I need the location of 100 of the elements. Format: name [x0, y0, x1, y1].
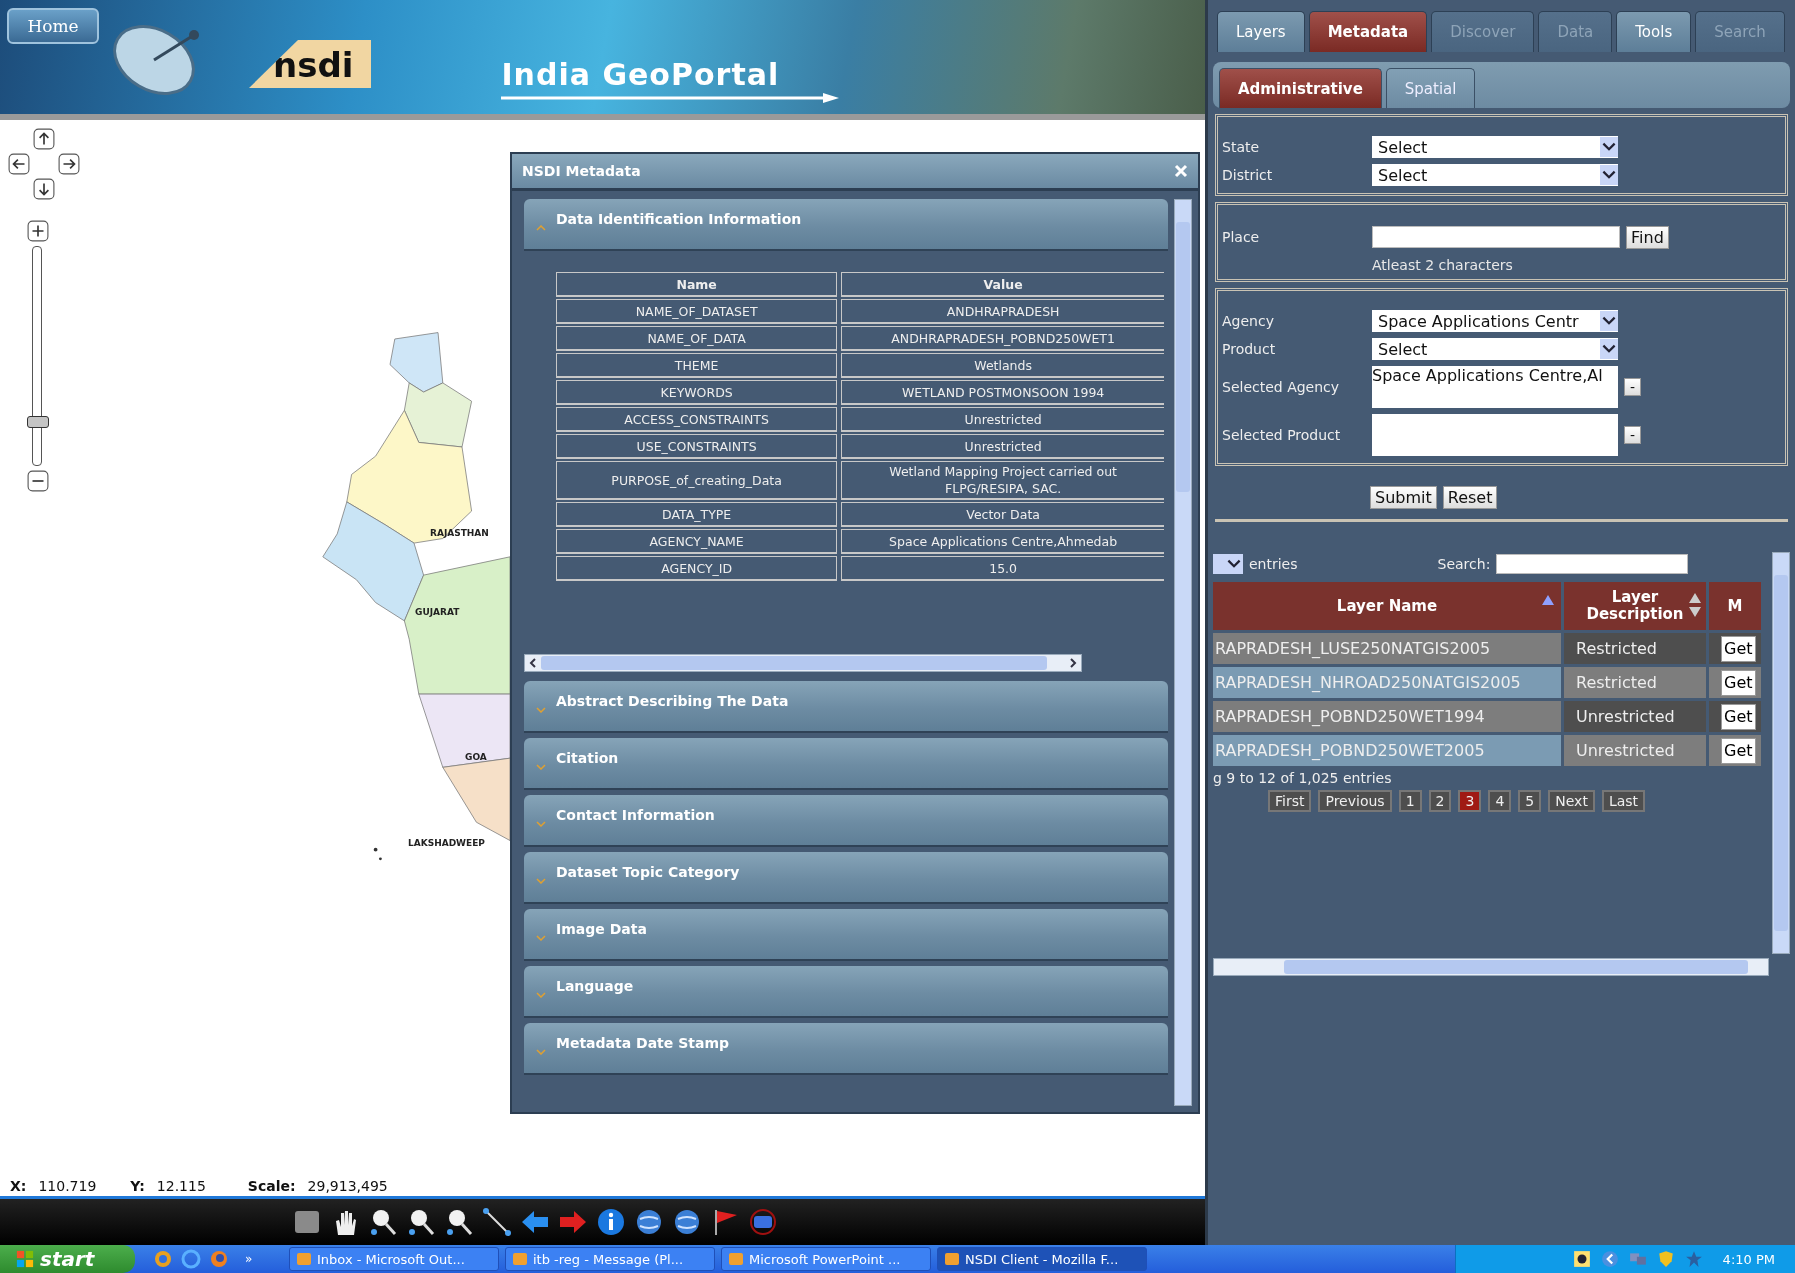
previous-page-button[interactable]: Previous	[1318, 790, 1392, 812]
subtab[interactable]: Administrative	[1219, 68, 1382, 108]
selected-agency-field[interactable]: Space Applications Centre,Al	[1372, 366, 1618, 408]
page-button[interactable]: 5	[1518, 790, 1542, 812]
browser-icon[interactable]	[209, 1249, 229, 1269]
remove-button[interactable]: -	[1624, 426, 1642, 444]
submit-button[interactable]: Submit	[1370, 486, 1437, 509]
column-header[interactable]: Layer Name	[1213, 582, 1561, 630]
zoom-slider[interactable]	[27, 246, 49, 466]
remove-button[interactable]: -	[1624, 378, 1642, 396]
caret-icon	[536, 821, 546, 827]
caret-icon	[536, 992, 546, 998]
page-button[interactable]: 4	[1488, 790, 1512, 812]
chevron-icon	[1600, 137, 1618, 157]
app-icon	[512, 1251, 528, 1267]
table-cell: DATA_TYPE	[556, 502, 838, 527]
y-coordinate: 12.115	[156, 1178, 206, 1194]
product-dropdown[interactable]: Select	[1372, 338, 1618, 360]
help-icon[interactable]	[1572, 1250, 1591, 1268]
vertical-scrollbar[interactable]	[1772, 552, 1790, 954]
field-label: Selected Product	[1222, 427, 1342, 443]
state-dropdown[interactable]: Select	[1372, 136, 1618, 158]
overflow-chevron[interactable]: »	[245, 1252, 253, 1266]
zoom-slider-thumb[interactable]	[27, 416, 49, 428]
place-input[interactable]	[1372, 226, 1620, 248]
caret-icon	[536, 764, 546, 770]
get-button[interactable]: Get	[1721, 737, 1756, 764]
star-icon[interactable]	[1684, 1250, 1703, 1268]
field-label: State	[1222, 139, 1261, 155]
reset-button[interactable]: Reset	[1442, 486, 1498, 509]
get-button[interactable]: Get	[1721, 635, 1756, 662]
home-button[interactable]: Home	[7, 8, 99, 44]
first-page-button[interactable]: First	[1268, 790, 1312, 812]
x-coordinate: 110.719	[38, 1178, 97, 1194]
table-cell: ANDHRAPRADESH	[841, 299, 1164, 324]
entries-info: g 9 to 12 of 1,025 entries	[1213, 770, 1393, 786]
description-cell: Restricted	[1564, 667, 1706, 698]
layer-name-cell: RAPRADESH_NHROAD250NATGIS2005	[1213, 667, 1561, 698]
pan-up-icon[interactable]	[33, 128, 55, 150]
zoom-out-icon[interactable]	[27, 470, 49, 492]
agency-dropdown[interactable]: Space Applications Centr	[1372, 310, 1618, 332]
hint-text: Atleast 2 characters	[1372, 257, 1514, 273]
taskbar-button[interactable]: NSDI Client - Mozilla F...	[937, 1247, 1147, 1271]
globe-icon[interactable]	[634, 1207, 664, 1237]
table-cell: AGENCY_ID	[556, 556, 838, 581]
table-cell: NAME_OF_DATA	[556, 326, 838, 351]
table-cell: NAME_OF_DATASET	[556, 299, 838, 324]
pan-down-icon[interactable]	[33, 178, 55, 200]
dialog-title: NSDI Metadata	[522, 163, 641, 179]
selected-product-field[interactable]	[1372, 414, 1618, 456]
magnifier-icon[interactable]	[444, 1207, 474, 1237]
table-cell: Unrestricted	[841, 407, 1164, 432]
zoom-in-icon[interactable]	[27, 220, 49, 242]
page-button[interactable]: 2	[1428, 790, 1452, 812]
page-button[interactable]: 3	[1458, 790, 1482, 812]
panel-tab[interactable]: Layers	[1217, 11, 1305, 52]
table-cell: Wetlands	[841, 353, 1164, 378]
back-icon[interactable]	[1600, 1250, 1619, 1268]
clock: 4:10 PM	[1722, 1251, 1775, 1267]
caret-icon	[536, 707, 546, 713]
page-button[interactable]: 1	[1398, 790, 1422, 812]
taskbar-button[interactable]: Inbox - Microsoft Out...	[289, 1247, 499, 1271]
pan-left-icon[interactable]	[8, 153, 30, 175]
layer-name-cell: RAPRADESH_POBND250WET2005	[1213, 735, 1561, 766]
district-dropdown[interactable]: Select	[1372, 164, 1618, 186]
line-icon[interactable]	[482, 1207, 512, 1237]
get-button[interactable]: Get	[1721, 703, 1756, 730]
panel-tab[interactable]: Metadata	[1308, 11, 1428, 52]
column-header[interactable]: M	[1709, 582, 1761, 630]
horizontal-scrollbar[interactable]	[1213, 958, 1769, 976]
column-header: Name	[556, 272, 838, 297]
info-icon[interactable]	[596, 1207, 626, 1237]
panel-tab[interactable]: Tools	[1616, 11, 1692, 52]
description-cell: Restricted	[1564, 633, 1706, 664]
table-cell: Space Applications Centre,Ahmedab	[841, 529, 1164, 554]
search-input[interactable]	[1496, 554, 1689, 574]
globe-icon[interactable]	[672, 1207, 702, 1237]
table-cell: Unrestricted	[841, 434, 1164, 459]
table-cell: KEYWORDS	[556, 380, 838, 405]
app-icon	[296, 1251, 312, 1267]
entries-dropdown[interactable]	[1213, 554, 1243, 574]
table-cell: ACCESS_CONSTRAINTS	[556, 407, 838, 432]
column-header[interactable]: Layer Description	[1564, 582, 1706, 630]
magnifier-icon[interactable]	[406, 1207, 436, 1237]
close-icon[interactable]	[1174, 164, 1188, 178]
description-cell: Unrestricted	[1564, 735, 1706, 766]
pan-right-icon[interactable]	[58, 153, 80, 175]
layer-name-cell: RAPRADESH_LUSE250NATGIS2005	[1213, 633, 1561, 664]
field-label: Agency	[1222, 313, 1275, 329]
taskbar-button[interactable]: itb -reg - Message (Pl...	[505, 1247, 715, 1271]
last-page-button[interactable]: Last	[1601, 790, 1646, 812]
taskbar-button[interactable]: Microsoft PowerPoint ...	[721, 1247, 931, 1271]
caret-icon	[536, 935, 546, 941]
horizontal-scrollbar[interactable]	[524, 654, 1082, 672]
magnifier-icon[interactable]	[368, 1207, 398, 1237]
next-page-button[interactable]: Next	[1548, 790, 1595, 812]
vertical-scrollbar[interactable]	[1174, 199, 1192, 1106]
get-button[interactable]: Get	[1721, 669, 1756, 696]
find-button[interactable]: Find	[1626, 225, 1669, 249]
field-label: Product	[1222, 341, 1277, 357]
